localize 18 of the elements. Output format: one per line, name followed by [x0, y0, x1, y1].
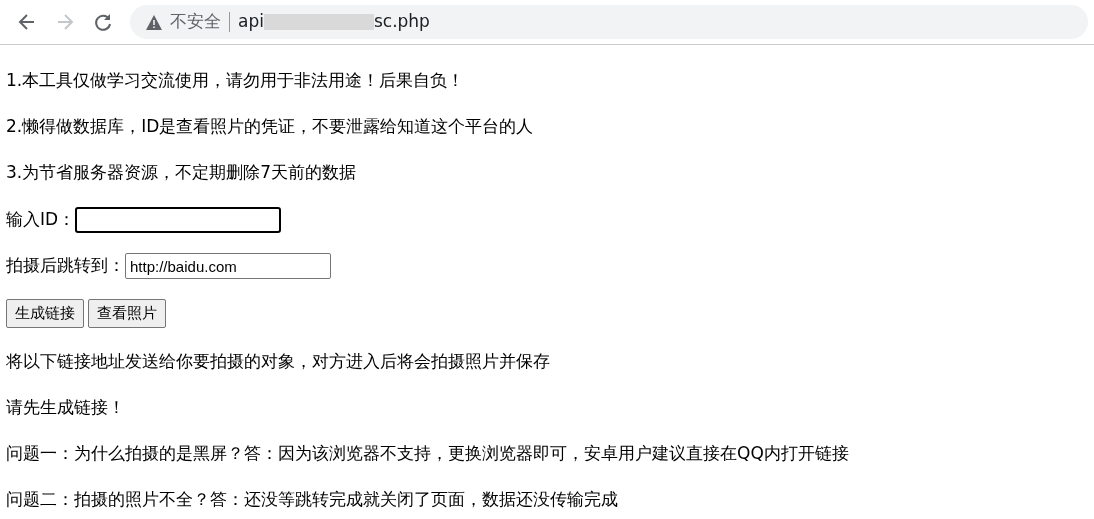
- notice-text: 2.懒得做数据库，ID是查看照片的凭证，不要泄露给知道这个平台的人: [6, 115, 535, 137]
- redirect-field[interactable]: http://baidu.com: [125, 253, 331, 279]
- id-field[interactable]: [75, 207, 282, 233]
- field-label: 输入ID：: [6, 208, 76, 232]
- notice-text: 1.本工具仅做学习交流使用，请勿用于非法用途！后果自负！: [6, 69, 466, 91]
- warning-icon: [146, 14, 162, 30]
- notice-text: 3.为节省服务器资源，不定期删除7天前的数据: [6, 161, 358, 183]
- info-text: 将以下链接地址发送给你要拍摄的对象，对方进入后将会拍摄照片并保存: [6, 349, 551, 372]
- action-button[interactable]: 生成链接: [6, 299, 84, 328]
- url-text: sc.php: [373, 10, 430, 34]
- info-text: 问题二：拍摄的照片不全？答：还没等跳转完成就关闭了页面，数据还没传输完成: [6, 487, 619, 510]
- security-label: 不安全: [170, 10, 221, 34]
- action-button[interactable]: 查看照片: [88, 299, 166, 328]
- url-text: api: [238, 10, 264, 34]
- field-label: 拍摄后跳转到：: [6, 254, 125, 278]
- info-text: 请先生成链接！: [6, 395, 126, 418]
- address-bar[interactable]: 不安全 api sc.php: [130, 5, 1088, 39]
- info-text: 问题一：为什么拍摄的是黑屏？答：因为该浏览器不支持，更换浏览器即可，安卓用户建议直接在QQ内打开链接: [6, 441, 850, 464]
